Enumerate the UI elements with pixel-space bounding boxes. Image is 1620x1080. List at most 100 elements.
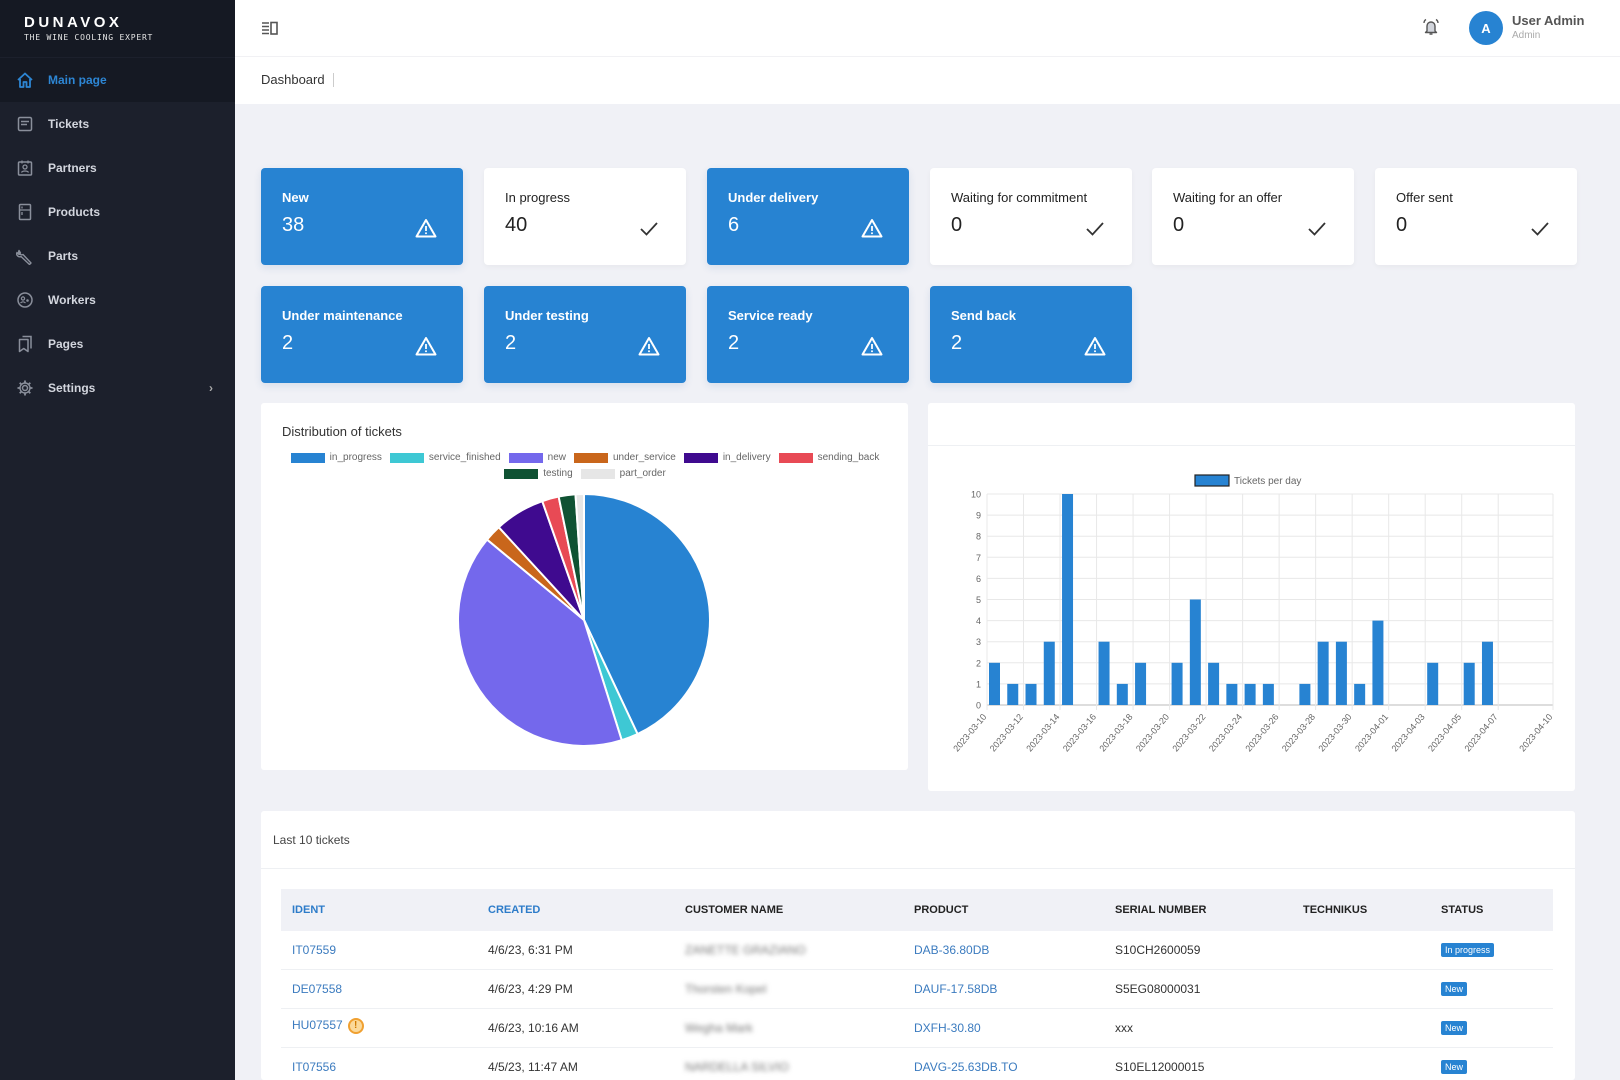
notifications-button[interactable] (1421, 17, 1441, 37)
column-header-created[interactable]: CREATED (488, 904, 540, 916)
bar[interactable] (1244, 683, 1256, 705)
status-card[interactable]: Send back 2 (930, 286, 1132, 383)
bar[interactable] (1481, 641, 1493, 705)
bar[interactable] (1189, 599, 1201, 706)
created-date: 4/5/23, 11:47 AM (488, 1060, 578, 1074)
x-tick-label: 2023-03-16 (1061, 712, 1098, 754)
avatar[interactable]: A (1469, 11, 1503, 45)
status-card[interactable]: Under testing 2 (484, 286, 686, 383)
chevron-right-icon: › (209, 381, 213, 395)
check-icon (1084, 218, 1106, 238)
status-card[interactable]: Offer sent 0 (1375, 168, 1577, 265)
status-card[interactable]: Under delivery 6 (707, 168, 909, 265)
sidebar-item-partners[interactable]: Partners (0, 146, 235, 190)
column-header-ident[interactable]: IDENT (292, 904, 325, 916)
table-row[interactable]: HU07557! 4/6/23, 10:16 AM Wegha Mark DXFH-3… (281, 1009, 1553, 1048)
sidebar-item-label: Tickets (48, 117, 90, 131)
x-tick-label: 2023-03-30 (1316, 712, 1353, 754)
table-row[interactable]: IT07556 4/5/23, 11:47 AM NARDELLA SILVIO DA… (281, 1048, 1553, 1080)
sidebar-item-workers[interactable]: Workers (0, 278, 235, 322)
distribution-panel: Distribution of tickets in_progress servi… (261, 403, 908, 770)
sidebar-nav: Main page Tickets Partners Products Part… (0, 58, 235, 410)
bar[interactable] (1043, 641, 1055, 705)
bar[interactable] (1317, 641, 1329, 705)
bar[interactable] (1427, 662, 1439, 705)
ticket-ident-link[interactable]: HU07557! (292, 1018, 364, 1034)
x-tick-label: 2023-03-14 (1024, 712, 1061, 754)
user-name[interactable]: User Admin (1512, 13, 1584, 28)
status-badge: New (1441, 1060, 1468, 1074)
status-card[interactable]: Waiting for commitment 0 (930, 168, 1132, 265)
status-card[interactable]: Waiting for an offer 0 (1152, 168, 1354, 265)
status-card[interactable]: Service ready 2 (707, 286, 909, 383)
bar[interactable] (1025, 683, 1037, 705)
warning-icon (861, 218, 883, 238)
sidebar-item-settings[interactable]: Settings › (0, 366, 235, 410)
sidebar-item-main-page[interactable]: Main page (0, 58, 235, 102)
table-row[interactable]: IT07559 4/6/23, 6:31 PM ZANETTE GRAZIANO DA… (281, 931, 1553, 970)
bar-chart: Tickets per day0123456789102023-03-10 202… (951, 474, 1555, 754)
x-tick-label: 2023-03-12 (988, 712, 1025, 754)
ticket-ident-link[interactable]: DE07558 (292, 982, 342, 996)
brand-tagline: THE WINE COOLING EXPERT (24, 33, 154, 42)
sidebar-item-label: Workers (48, 293, 96, 307)
product-link[interactable]: DAB-36.80DB (914, 943, 989, 957)
legend-label[interactable]: Tickets per day (1234, 476, 1301, 487)
column-header-status: STATUS (1441, 904, 1484, 916)
bar[interactable] (1135, 662, 1147, 705)
bar[interactable] (1299, 683, 1311, 705)
ticket-ident-link[interactable]: IT07559 (292, 943, 336, 957)
status-card[interactable]: New 38 (261, 168, 463, 265)
sidebar-toggle-button[interactable] (261, 20, 279, 36)
bar[interactable] (1098, 641, 1110, 705)
status-card-label: Offer sent (1396, 190, 1453, 205)
y-tick-label: 7 (976, 553, 981, 563)
bar[interactable] (1262, 683, 1274, 705)
bar[interactable] (1463, 662, 1475, 705)
sidebar-item-products[interactable]: Products (0, 190, 235, 234)
ticket-ident: IT07559 (292, 943, 337, 957)
bar[interactable] (1171, 662, 1183, 705)
bar[interactable] (1335, 641, 1347, 705)
bar[interactable] (1007, 683, 1019, 705)
sidebar-item-parts[interactable]: Parts (0, 234, 235, 278)
y-tick-label: 6 (976, 574, 981, 584)
y-tick-label: 2 (976, 658, 981, 668)
status-card[interactable]: In progress 40 (484, 168, 686, 265)
brand-logo[interactable]: DUNAVOX THE WINE COOLING EXPERT (0, 0, 235, 57)
customer-name: ZANETTE GRAZIANO (685, 943, 806, 957)
sidebar-item-label: Settings (48, 381, 96, 395)
table-row[interactable]: DE07558 4/6/23, 4:29 PM Thorsten Kopel DAUF… (281, 970, 1553, 1009)
check-icon (1306, 218, 1328, 238)
status-card-label: Under testing (505, 308, 589, 323)
sidebar-item-label: Main page (48, 73, 107, 87)
pie-chart (457, 492, 711, 747)
warning-icon (638, 336, 660, 356)
status-card[interactable]: Under maintenance 2 (261, 286, 463, 383)
status-card-label: Send back (951, 308, 1017, 323)
x-tick-label: 2023-03-28 (1280, 712, 1317, 754)
pages-icon (16, 335, 34, 353)
y-tick-label: 10 (971, 490, 981, 500)
bar[interactable] (1372, 620, 1384, 705)
bar[interactable] (1226, 683, 1238, 705)
top-header: A User Admin Admin (235, 0, 1620, 57)
check-icon (638, 218, 660, 238)
x-tick-label: 2023-04-10 (1517, 712, 1554, 754)
bar[interactable] (1116, 683, 1128, 705)
panel-divider (261, 868, 1575, 869)
bar[interactable] (989, 662, 1000, 705)
product-link[interactable]: DAUF-17.58DB (914, 982, 997, 996)
product-link[interactable]: DAVG-25.63DB.TO (914, 1060, 1018, 1074)
status-card-label: Service ready (728, 308, 813, 323)
warning-icon (415, 218, 437, 238)
bar[interactable] (1062, 494, 1074, 705)
product-link[interactable]: DXFH-30.80 (914, 1021, 981, 1035)
bar[interactable] (1208, 662, 1220, 705)
table-title: Last 10 tickets (273, 833, 350, 847)
sidebar-item-tickets[interactable]: Tickets (0, 102, 235, 146)
bar[interactable] (1354, 683, 1366, 705)
sidebar-item-pages[interactable]: Pages (0, 322, 235, 366)
y-tick-label: 5 (976, 595, 981, 605)
ticket-ident-link[interactable]: IT07556 (292, 1060, 336, 1074)
